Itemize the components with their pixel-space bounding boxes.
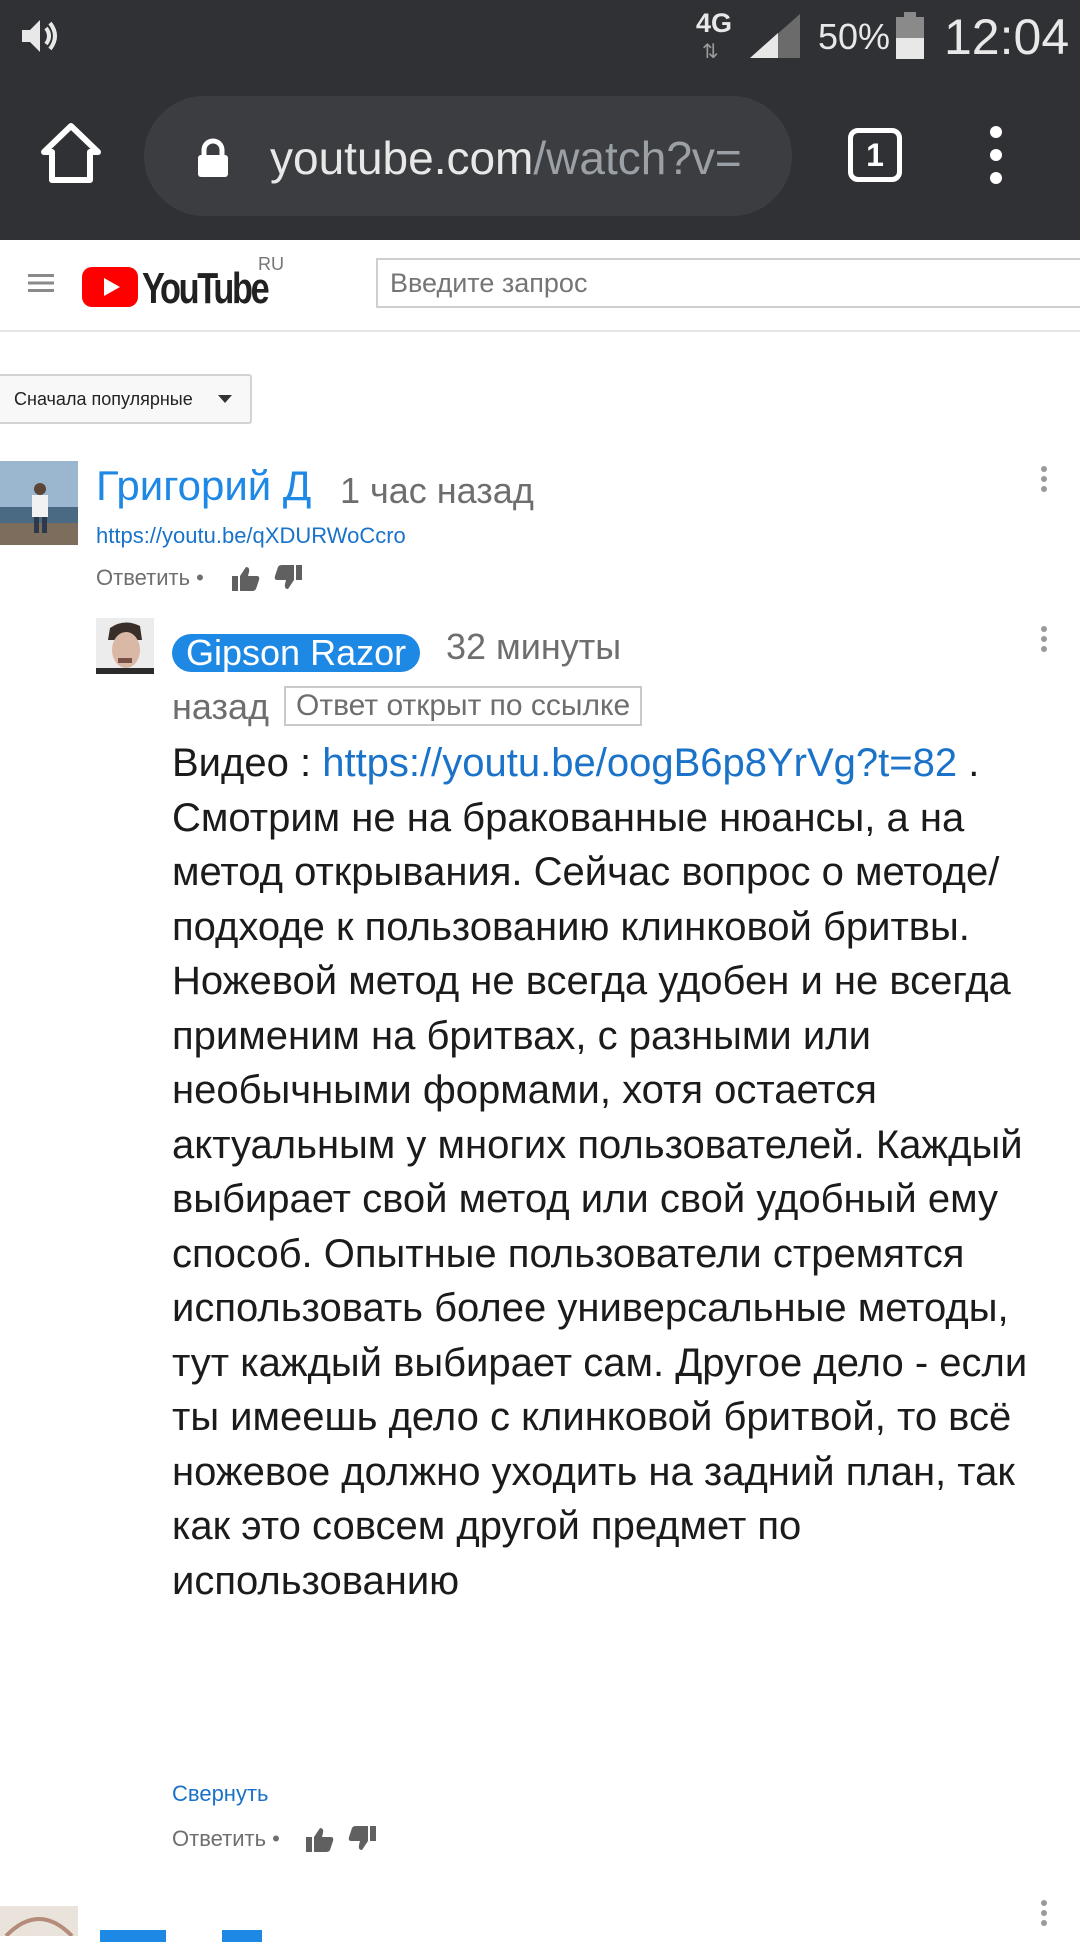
- reply-button[interactable]: Ответить: [96, 565, 190, 590]
- caret-down-icon: [218, 395, 232, 403]
- tab-switcher-button[interactable]: 1: [848, 128, 902, 182]
- avatar[interactable]: [0, 461, 78, 545]
- battery-percentage: 50%: [818, 16, 891, 57]
- comment-body: Видео : https://youtu.be/oogB6p8YrVg?t=8…: [172, 736, 1032, 1608]
- comment-actions: Ответить •: [96, 565, 204, 591]
- youtube-header: YouTube RU: [0, 240, 1080, 332]
- comment-time: 32 минуты: [446, 626, 622, 667]
- comment-time-continued: назад: [172, 686, 270, 727]
- speaker-icon: [22, 20, 57, 52]
- comment-body-prefix: Видео :: [172, 741, 323, 785]
- comment-body-text: . Смотрим не на бракованные нюансы, а на…: [172, 741, 1028, 1603]
- separator-dot: •: [196, 565, 204, 590]
- avatar[interactable]: [0, 1906, 78, 1936]
- thumbs-up-icon[interactable]: [232, 565, 260, 591]
- linked-reply-tag: Ответ открыт по ссылке: [284, 686, 643, 726]
- url-text[interactable]: youtube.com/watch?v=: [270, 131, 780, 185]
- search-input[interactable]: [376, 258, 1080, 308]
- more-vert-icon[interactable]: [1040, 466, 1048, 492]
- collapse-button[interactable]: Свернуть: [172, 1781, 269, 1807]
- data-arrows-icon: ⇅: [702, 41, 719, 63]
- more-vert-icon[interactable]: [980, 124, 1012, 186]
- url-host: youtube.com: [270, 132, 534, 184]
- signal-icon: [750, 14, 800, 58]
- youtube-wordmark: YouTube: [142, 264, 270, 313]
- sort-dropdown[interactable]: Сначала популярные: [0, 374, 252, 424]
- thumbs-down-icon[interactable]: [348, 1826, 376, 1852]
- address-bar[interactable]: youtube.com/watch?v=: [144, 96, 792, 216]
- more-vert-icon[interactable]: [1040, 1900, 1048, 1926]
- comment-time: 1 час назад: [340, 470, 534, 511]
- home-icon[interactable]: [40, 122, 102, 184]
- avatar[interactable]: [96, 618, 154, 674]
- more-vert-icon[interactable]: [1040, 626, 1048, 652]
- sort-label: Сначала популярные: [14, 389, 193, 409]
- comment-link[interactable]: https://youtu.be/qXDURWoCcro: [96, 523, 406, 549]
- comment-author-badge[interactable]: Gipson Razor: [172, 634, 421, 672]
- network-type: 4G: [696, 8, 733, 38]
- battery-icon: [896, 12, 924, 59]
- separator-dot: •: [272, 1826, 280, 1851]
- comment-actions: Ответить •: [172, 1826, 280, 1852]
- reply-button[interactable]: Ответить: [172, 1826, 266, 1851]
- youtube-logo[interactable]: YouTube RU: [82, 254, 284, 314]
- hamburger-menu-icon[interactable]: [28, 272, 54, 294]
- youtube-play-icon: [82, 267, 138, 307]
- clock: 12:04: [944, 9, 1070, 65]
- network-indicator: 4G ⇅: [694, 8, 740, 64]
- video-link[interactable]: https://youtu.be/oogB6p8YrVg?t=82: [322, 741, 957, 785]
- thumbs-up-icon[interactable]: [306, 1826, 334, 1852]
- region-label: RU: [258, 254, 284, 274]
- browser-toolbar: youtube.com/watch?v= 1: [0, 72, 1080, 240]
- url-path: /watch?v=: [533, 132, 742, 184]
- comment-author-partial[interactable]: [96, 1902, 296, 1942]
- comment-author[interactable]: Григорий Д: [96, 462, 311, 510]
- status-bar: 4G ⇅ 50% 12:04: [0, 0, 1080, 72]
- thumbs-down-icon[interactable]: [274, 565, 302, 591]
- lock-icon: [198, 138, 228, 177]
